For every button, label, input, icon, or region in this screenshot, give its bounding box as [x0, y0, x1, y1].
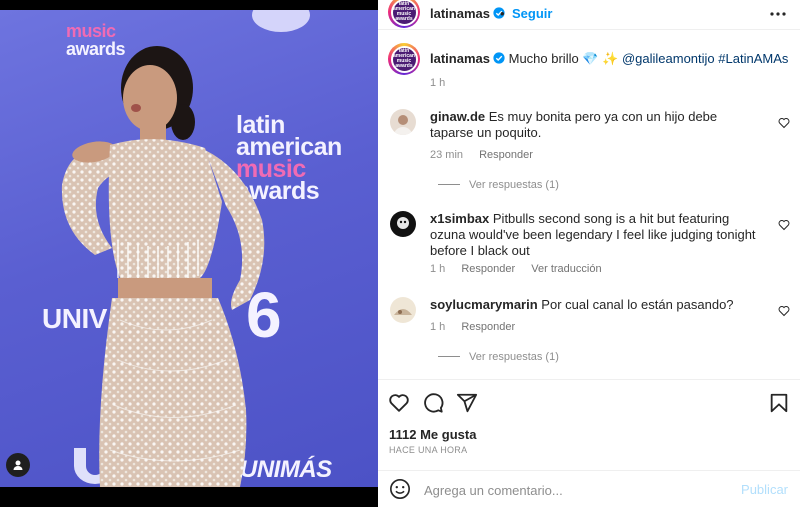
- caption-text: latinamas Mucho brillo 💎 ✨ @galileamonti…: [430, 51, 788, 67]
- like-comment-heart-icon[interactable]: [778, 305, 790, 317]
- caption-author-avatar[interactable]: latin american music awards: [388, 43, 420, 75]
- user-tag-icon: [13, 460, 23, 470]
- comment-meta: 1 h Responder Ver traducción: [430, 263, 615, 275]
- more-horizontal-icon: [770, 12, 786, 16]
- replies-divider: [438, 184, 460, 185]
- author-avatar[interactable]: latin american music awards: [388, 0, 420, 28]
- reply-button[interactable]: Responder: [461, 263, 515, 275]
- like-comment-heart-icon[interactable]: [778, 117, 790, 129]
- header-separator: •: [500, 6, 505, 21]
- view-replies-button[interactable]: Ver respuestas (1): [438, 179, 559, 191]
- post-timestamp: HACE UNA HORA: [389, 445, 468, 455]
- post-actions-bar: [378, 379, 800, 425]
- view-replies-button[interactable]: Ver respuestas (1): [438, 351, 559, 363]
- comment-username[interactable]: x1simbax: [430, 211, 489, 226]
- comment-username[interactable]: soylucmarymarin: [430, 297, 538, 312]
- comment-composer: Publicar: [378, 470, 800, 507]
- commenter-photo-icon: [390, 109, 416, 135]
- commenter-photo-icon: [390, 297, 416, 323]
- comment-input[interactable]: [424, 480, 724, 500]
- replies-divider: [438, 356, 460, 357]
- reply-button[interactable]: Responder: [479, 149, 533, 161]
- latin-ama-logo-icon: latin american music awards: [390, 0, 418, 26]
- caption-mention-link[interactable]: @galileamontijo: [622, 51, 715, 66]
- comments-list[interactable]: latin american music awards latinamas Mucho…: [378, 31, 800, 378]
- commenter-photo-icon: [390, 211, 416, 237]
- comment-username[interactable]: ginaw.de: [430, 109, 485, 124]
- comment-text: x1simbax Pitbulls second song is a hit b…: [430, 211, 756, 258]
- emoji-icon[interactable]: [389, 478, 411, 500]
- follow-button[interactable]: Seguir: [512, 6, 552, 21]
- heart-icon[interactable]: [388, 392, 410, 414]
- bookmark-icon[interactable]: [768, 392, 790, 414]
- author-username[interactable]: latinamas: [430, 6, 505, 21]
- see-translation-button[interactable]: Ver traducción: [531, 263, 601, 275]
- comment-timestamp: 1 h: [430, 263, 446, 275]
- post-header: latin american music awards latinamas • Seg…: [378, 0, 800, 30]
- post-media[interactable]: music awards latin american music awards…: [0, 0, 378, 507]
- post-details-panel: latin american music awards latinamas • Seg…: [378, 0, 800, 507]
- commenter-avatar[interactable]: [390, 109, 416, 135]
- caption-emojis: 💎 ✨: [582, 51, 619, 66]
- caption-username[interactable]: latinamas: [430, 51, 490, 66]
- comment-timestamp: 1 h: [430, 321, 446, 333]
- reply-button[interactable]: Responder: [461, 321, 515, 333]
- likes-count[interactable]: 1112 Me gusta: [389, 427, 476, 442]
- comment-timestamp: 23 min: [430, 149, 464, 161]
- comment-icon[interactable]: [422, 392, 444, 414]
- comment-text: soylucmarymarin Por cual canal lo están …: [430, 297, 734, 312]
- like-comment-heart-icon[interactable]: [778, 219, 790, 231]
- share-icon[interactable]: [456, 392, 478, 414]
- publish-button[interactable]: Publicar: [741, 482, 788, 497]
- person-figure: [61, 46, 265, 487]
- post-photo[interactable]: music awards latin american music awards…: [0, 10, 378, 487]
- caption-timestamp: 1 h: [430, 77, 446, 89]
- tagged-users-button[interactable]: [6, 453, 30, 477]
- comment-meta: 23 min Responder: [430, 149, 546, 161]
- latin-ama-logo-icon: latin american music awards: [390, 45, 418, 73]
- commenter-avatar[interactable]: [390, 211, 416, 237]
- caption-body: Mucho brillo: [508, 51, 579, 66]
- verified-badge-icon: [493, 52, 505, 64]
- comment-meta: 1 h Responder: [430, 321, 528, 333]
- commenter-avatar[interactable]: [390, 297, 416, 323]
- comment-text: ginaw.de Es muy bonita pero ya con un hi…: [430, 109, 718, 140]
- caption-hashtag-link[interactable]: #LatinAMAs: [718, 51, 788, 66]
- more-options-button[interactable]: [768, 6, 788, 22]
